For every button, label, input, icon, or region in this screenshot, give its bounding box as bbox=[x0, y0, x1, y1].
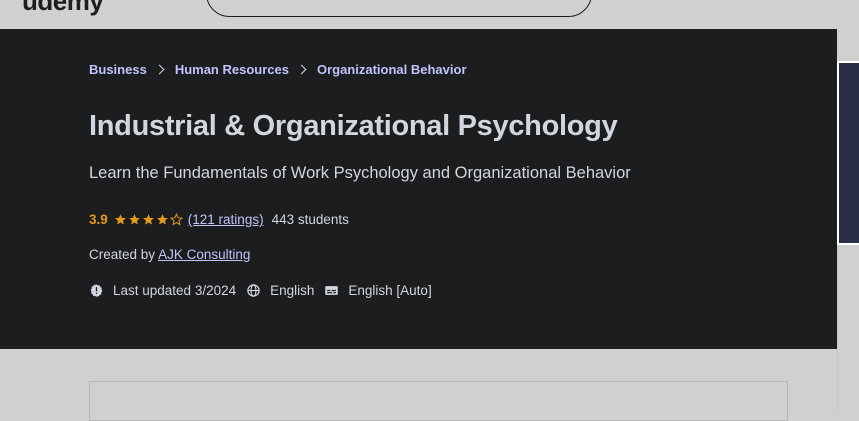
ratings-count-link[interactable]: (121 ratings) bbox=[188, 212, 264, 227]
chevron-right-icon bbox=[296, 64, 307, 75]
closed-captions-icon bbox=[325, 286, 339, 295]
language: English bbox=[246, 283, 314, 298]
alert-badge-icon bbox=[90, 284, 103, 298]
star-full-icon bbox=[142, 214, 154, 225]
star-rating bbox=[114, 213, 184, 226]
instructor-link[interactable]: AJK Consulting bbox=[158, 247, 250, 262]
star-full-icon bbox=[114, 214, 126, 225]
course-preview-video[interactable] bbox=[837, 61, 859, 245]
globe-icon bbox=[247, 284, 260, 297]
course-meta-row: Last updated 3/2024 English English [Aut… bbox=[89, 283, 442, 298]
breadcrumb: Business Human Resources Organizational … bbox=[89, 62, 467, 77]
udemy-logo[interactable]: udemy bbox=[22, 0, 104, 17]
rating-number: 3.9 bbox=[89, 212, 108, 227]
course-title: Industrial & Organizational Psychology bbox=[89, 110, 618, 142]
rating-row: 3.9 (121 ratings) 443 students bbox=[89, 212, 349, 227]
chevron-right-icon bbox=[154, 64, 165, 75]
breadcrumb-business[interactable]: Business bbox=[89, 62, 147, 77]
course-subtitle: Learn the Fundamentals of Work Psycholog… bbox=[89, 164, 631, 182]
last-updated: Last updated 3/2024 bbox=[89, 283, 236, 298]
created-by-label: Created by bbox=[89, 247, 156, 262]
created-by-row: Created by AJK Consulting bbox=[89, 247, 250, 262]
top-header: udemy bbox=[0, 0, 859, 29]
language-text: English bbox=[270, 283, 315, 298]
students-count: 443 students bbox=[271, 212, 349, 227]
course-hero: Business Human Resources Organizational … bbox=[0, 29, 837, 349]
captions: English [Auto] bbox=[324, 283, 432, 298]
last-updated-text: Last updated 3/2024 bbox=[113, 283, 237, 298]
search-input[interactable] bbox=[206, 0, 592, 17]
star-full-icon bbox=[156, 214, 168, 225]
star-empty-icon bbox=[169, 213, 183, 226]
breadcrumb-organizational-behavior[interactable]: Organizational Behavior bbox=[317, 62, 467, 77]
what-you-will-learn-box bbox=[89, 381, 788, 421]
captions-text: English [Auto] bbox=[348, 283, 432, 298]
star-full-icon bbox=[128, 214, 140, 225]
breadcrumb-human-resources[interactable]: Human Resources bbox=[175, 62, 289, 77]
